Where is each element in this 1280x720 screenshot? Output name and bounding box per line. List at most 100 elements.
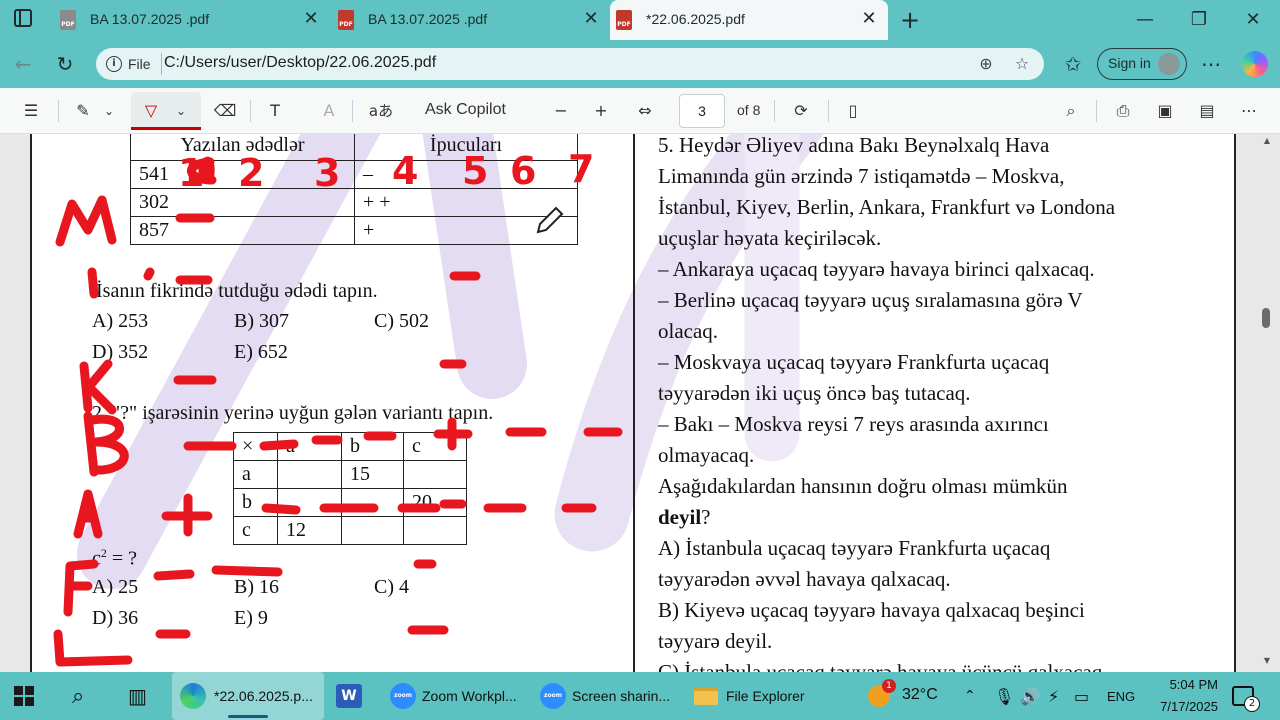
- taskbar-label: *22.06.2025.p...: [214, 688, 313, 704]
- ink-number: 7: [568, 147, 594, 191]
- sign-in-label: Sign in: [1108, 55, 1151, 71]
- search-icon[interactable]: ⌕: [72, 672, 100, 720]
- contents-icon[interactable]: ☰: [18, 98, 44, 124]
- close-icon[interactable]: ✕: [858, 8, 880, 30]
- translate-icon[interactable]: aあ: [364, 98, 398, 124]
- sign-in-button[interactable]: Sign in: [1097, 48, 1187, 80]
- pdf-icon: PDF: [60, 10, 76, 30]
- pdf-icon: PDF: [338, 10, 354, 30]
- tab-active[interactable]: PDF *22.06.2025.pdf ✕: [610, 0, 888, 40]
- pencil-cursor-icon: [536, 206, 564, 234]
- toolbar-divider: [774, 100, 775, 122]
- zoom-icon: zoom: [390, 683, 416, 709]
- page-view-icon[interactable]: ▯: [840, 98, 866, 124]
- refresh-button[interactable]: ↻: [50, 50, 80, 78]
- toolbar-divider: [58, 100, 59, 122]
- battery-icon[interactable]: ▭: [1074, 672, 1089, 720]
- taskbar-zoom-screen-share[interactable]: zoom Screen sharin...: [540, 672, 680, 720]
- zoom-icon[interactable]: ⊕: [974, 52, 998, 76]
- tab-2[interactable]: PDF BA 13.07.2025 .pdf ✕: [332, 0, 610, 40]
- tray-overflow-icon[interactable]: ⌃: [964, 672, 976, 720]
- favorite-star-icon[interactable]: ☆: [1010, 52, 1034, 76]
- zoom-in-icon[interactable]: +: [588, 98, 614, 124]
- clock-date[interactable]: 7/17/2025: [1140, 699, 1218, 714]
- ink-number: 4: [392, 149, 418, 193]
- scroll-down-icon[interactable]: ▼: [1262, 656, 1272, 666]
- network-icon[interactable]: ⚡: [1048, 672, 1059, 720]
- pdf-page: Yazılan ədədlər İpucuları 541 – 302 + + …: [30, 134, 1236, 672]
- windows-icon: [14, 686, 34, 706]
- chevron-down-icon[interactable]: ⌄: [172, 98, 190, 124]
- print-icon[interactable]: ⎙: [1110, 98, 1136, 124]
- zoom-icon: zoom: [540, 683, 566, 709]
- erase-icon[interactable]: ⌫: [212, 98, 238, 124]
- draw-icon[interactable]: ▽: [138, 98, 164, 124]
- document-viewport[interactable]: Yazılan ədədlər İpucuları 541 – 302 + + …: [0, 134, 1280, 672]
- back-button[interactable]: ←: [8, 50, 38, 78]
- site-info-chip[interactable]: i File: [106, 53, 162, 75]
- fit-width-icon[interactable]: ⇔: [632, 98, 658, 124]
- tab-title: BA 13.07.2025 .pdf: [90, 11, 210, 27]
- text-box-icon[interactable]: T: [262, 98, 288, 124]
- favorites-icon[interactable]: ✩: [1058, 50, 1088, 78]
- more-options-icon[interactable]: ⋯: [1236, 98, 1262, 124]
- more-menu-icon[interactable]: ⋯: [1196, 50, 1226, 78]
- toolbar-divider: [352, 100, 353, 122]
- highlight-icon[interactable]: ✎: [70, 98, 96, 124]
- page-number-input[interactable]: 3: [679, 94, 725, 128]
- url-box[interactable]: i File C:/Users/user/Desktop/22.06.2025.…: [96, 48, 1044, 80]
- taskbar-zoom-workplace[interactable]: zoom Zoom Workpl...: [390, 672, 530, 720]
- pdf-toolbar: ☰ ✎ ⌄ ▽ ⌄ ⌫ T A aあ Ask Copilot − + ⇔ 3 o…: [0, 88, 1280, 134]
- start-button[interactable]: [14, 672, 44, 720]
- notification-icon[interactable]: 2: [1232, 686, 1260, 712]
- tab-actions-icon[interactable]: [14, 9, 32, 27]
- toolbar-divider: [828, 100, 829, 122]
- restore-button[interactable]: ❐: [1176, 6, 1222, 34]
- pdf-icon: PDF: [616, 10, 632, 30]
- task-view-icon[interactable]: ▥: [128, 672, 156, 720]
- microphone-icon[interactable]: 🎙: [994, 672, 1014, 720]
- edge-icon: [180, 683, 206, 709]
- close-icon[interactable]: ✕: [300, 8, 322, 30]
- ask-copilot-button[interactable]: Ask Copilot: [425, 101, 506, 119]
- language-indicator[interactable]: ENG: [1107, 689, 1135, 704]
- taskbar-file-explorer[interactable]: File Explorer: [694, 672, 814, 720]
- ink-number: 6: [510, 149, 536, 193]
- zoom-out-icon[interactable]: −: [548, 98, 574, 124]
- copilot-icon[interactable]: [1242, 51, 1268, 77]
- avatar: [1158, 53, 1180, 75]
- ink-number: 2: [238, 151, 264, 195]
- url-text[interactable]: C:/Users/user/Desktop/22.06.2025.pdf: [164, 54, 436, 72]
- close-icon[interactable]: ✕: [580, 8, 602, 30]
- temperature[interactable]: 32°C: [902, 686, 938, 704]
- save-icon[interactable]: ▣: [1152, 98, 1178, 124]
- scroll-up-icon[interactable]: ▲: [1262, 136, 1272, 146]
- scrollbar-thumb[interactable]: [1262, 308, 1270, 328]
- active-indicator: [228, 715, 268, 718]
- weather-badge: 1: [882, 679, 896, 693]
- close-window-button[interactable]: ✕: [1230, 6, 1276, 34]
- new-tab-button[interactable]: +: [896, 6, 924, 34]
- word-icon: W: [336, 684, 362, 708]
- chevron-down-icon[interactable]: ⌄: [100, 98, 118, 124]
- tab-strip: PDF BA 13.07.2025 .pdf ✕ PDF BA 13.07.20…: [0, 0, 1280, 40]
- minimize-button[interactable]: —: [1122, 6, 1168, 34]
- toolbar-divider: [1096, 100, 1097, 122]
- tab-1[interactable]: PDF BA 13.07.2025 .pdf ✕: [54, 0, 332, 40]
- ink-number: 5: [462, 149, 488, 193]
- taskbar-word[interactable]: W: [336, 672, 368, 720]
- weather-widget[interactable]: 1: [868, 672, 896, 720]
- taskbar-edge[interactable]: *22.06.2025.p...: [172, 672, 324, 720]
- address-bar: ← ↻ i File C:/Users/user/Desktop/22.06.2…: [0, 40, 1280, 88]
- rotate-icon[interactable]: ⟳: [788, 98, 814, 124]
- ink-annotations: 1 2 3 4 5 6 7 M i K B A F L: [53, 147, 623, 667]
- clock-time[interactable]: 5:04 PM: [1150, 677, 1218, 692]
- taskbar-label: File Explorer: [726, 688, 805, 704]
- search-icon[interactable]: ⌕: [1058, 98, 1084, 124]
- save-as-icon[interactable]: ▤: [1194, 98, 1220, 124]
- volume-icon[interactable]: 🔊: [1020, 672, 1040, 720]
- read-aloud-icon: A: [323, 101, 335, 120]
- weather-icon: 1: [868, 679, 896, 707]
- info-icon: i: [106, 56, 122, 72]
- file-label: File: [128, 56, 151, 72]
